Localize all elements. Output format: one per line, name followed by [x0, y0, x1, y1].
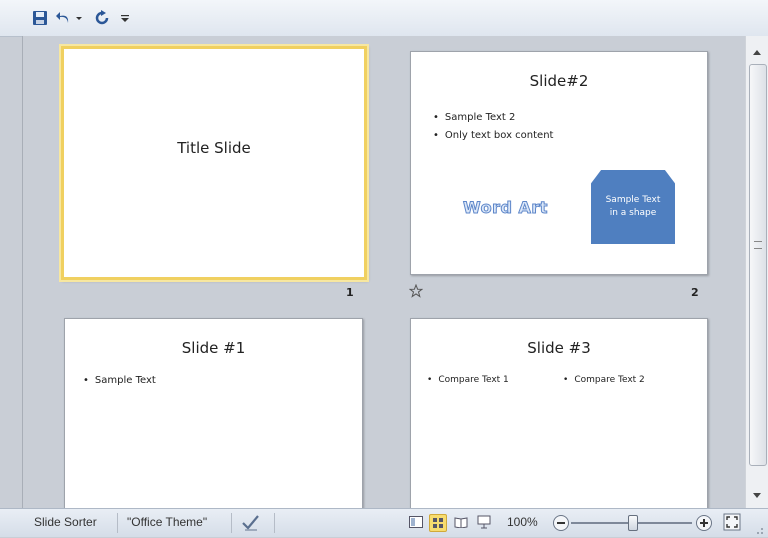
- slide-thumbnail-4[interactable]: Slide #3 Compare Text 1 Compare Text 2: [410, 318, 708, 530]
- normal-view-icon[interactable]: [408, 514, 424, 530]
- resize-grip-icon[interactable]: [752, 523, 764, 535]
- slide-number: 1: [346, 286, 354, 299]
- zoom-level-label[interactable]: 100%: [507, 515, 538, 529]
- divider: [231, 513, 232, 533]
- slide-sorter-area: Title Slide 1 Slide#2 Sample Text 2 Only…: [22, 36, 746, 530]
- wordart-text: Word Art: [463, 198, 548, 218]
- reading-view-icon[interactable]: [453, 514, 469, 530]
- undo-icon[interactable]: [54, 8, 74, 28]
- customize-toolbar-icon[interactable]: [118, 8, 132, 28]
- slide-thumbnail-2[interactable]: Slide#2 Sample Text 2 Only text box cont…: [410, 51, 708, 275]
- spell-check-icon[interactable]: [241, 514, 261, 532]
- bullet-text: Compare Text 2: [563, 375, 644, 385]
- undo-dropdown-icon[interactable]: [74, 8, 84, 28]
- bullet-text: Sample Text: [83, 375, 156, 386]
- zoom-slider-thumb[interactable]: [627, 515, 638, 531]
- slide-title: Slide#2: [529, 72, 589, 90]
- bullet-text: Sample Text 2: [433, 112, 515, 123]
- bullet-text: Only text box content: [433, 130, 554, 141]
- text-shape: Sample Text in a shape: [591, 170, 675, 244]
- divider: [274, 513, 275, 533]
- redo-icon[interactable]: [92, 8, 112, 28]
- slide-number: 2: [691, 286, 699, 299]
- slide-thumbnail-3[interactable]: Slide #1 Sample Text: [64, 318, 363, 530]
- slide-show-icon[interactable]: [476, 514, 492, 530]
- shape-text-line-2: in a shape: [609, 208, 657, 218]
- slide-sorter-view-icon[interactable]: [429, 514, 447, 532]
- theme-name-label[interactable]: "Office Theme": [127, 515, 207, 529]
- save-icon[interactable]: [30, 8, 50, 28]
- zoom-out-button[interactable]: [553, 515, 569, 531]
- thumb-grip-icon: [754, 241, 762, 249]
- star-transition-icon[interactable]: [408, 283, 424, 298]
- scroll-thumb[interactable]: [749, 64, 767, 466]
- divider: [117, 513, 118, 533]
- slide-title: Title Slide: [177, 139, 251, 157]
- slide-title: Slide #1: [181, 339, 246, 357]
- view-name-label: Slide Sorter: [34, 515, 97, 529]
- slide-title: Slide #3: [527, 339, 591, 357]
- vertical-scrollbar[interactable]: [745, 36, 768, 508]
- status-bar: Slide Sorter "Office Theme" 100%: [0, 508, 768, 537]
- shape-text-line-1: Sample Text: [605, 195, 661, 205]
- fit-to-window-icon[interactable]: [723, 513, 741, 531]
- bullet-text: Compare Text 1: [427, 375, 508, 385]
- scroll-down-arrow[interactable]: [751, 488, 763, 498]
- zoom-in-button[interactable]: [696, 515, 712, 531]
- slide-thumbnail-1[interactable]: Title Slide: [61, 46, 367, 280]
- quick-access-toolbar: [0, 0, 768, 37]
- scroll-up-arrow[interactable]: [751, 44, 763, 55]
